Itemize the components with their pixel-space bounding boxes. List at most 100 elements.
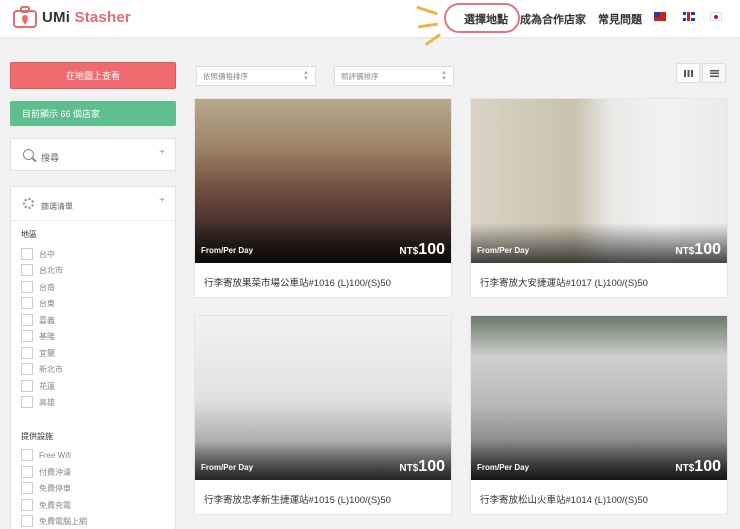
grid-view-button[interactable] (676, 63, 700, 83)
region-label: 宜蘭 (39, 348, 55, 358)
region-checkbox-row[interactable]: 台南 (21, 280, 55, 294)
logo-text-umi: UMi (42, 8, 71, 26)
facility-checkbox-row[interactable]: 免費電腦上網 (21, 514, 87, 528)
sort-by-rating-select[interactable]: 照評價排序 ▲ ▼ (334, 66, 454, 86)
callout-ray (417, 22, 439, 29)
region-checkbox-row[interactable]: 台東 (21, 296, 55, 310)
checkbox[interactable] (21, 466, 33, 478)
region-label: 花蓮 (39, 381, 55, 391)
facility-checkbox-row[interactable]: 付費沖澡 (21, 465, 71, 479)
region-checkbox-row[interactable]: 台北市 (21, 263, 63, 277)
listing-card[interactable]: From/Per Day NT$100 行李寄放松山火車站#1014 (L)10… (470, 315, 728, 515)
checkbox[interactable] (21, 449, 33, 461)
checkbox[interactable] (21, 330, 33, 342)
facility-checkbox-row[interactable]: Free Wifi (21, 448, 71, 462)
listing-card[interactable]: From/Per Day NT$100 行李寄放果菜市場公車站#1016 (L)… (194, 98, 452, 298)
callout-ray (416, 5, 438, 16)
checkbox[interactable] (21, 264, 33, 276)
region-label: 新北市 (39, 364, 63, 374)
checkbox[interactable] (21, 499, 33, 511)
region-checkbox-row[interactable]: 花蓮 (21, 379, 55, 393)
list-view-button[interactable] (702, 63, 726, 83)
region-checkbox-row[interactable]: 基隆 (21, 329, 55, 343)
nav-become-partner[interactable]: 成為合作店家 (520, 11, 586, 27)
list-icon (709, 69, 719, 77)
search-panel[interactable]: 搜尋 + (10, 138, 176, 171)
view-on-map-button[interactable]: 在地圖上查看 (10, 62, 176, 89)
grid-icon (683, 69, 693, 77)
filter-header[interactable]: 篩選清單 + (11, 187, 175, 221)
facility-checkbox-row[interactable]: 免費充電 (21, 498, 71, 512)
japan-flag-icon[interactable] (710, 12, 722, 21)
checkbox[interactable] (21, 380, 33, 392)
taiwan-flag-icon[interactable] (654, 12, 666, 21)
facility-label: 免費電腦上網 (39, 516, 87, 526)
facility-checkbox-row[interactable]: 免費停車 (21, 481, 71, 495)
checkbox[interactable] (21, 297, 33, 309)
listing-title[interactable]: 行李寄放忠孝新生捷運站#1015 (L)100/(S)50 (204, 492, 391, 506)
region-label: 嘉義 (39, 315, 55, 325)
checkbox[interactable] (21, 515, 33, 527)
price-currency: NT$ (675, 246, 695, 257)
region-checkbox-row[interactable]: 宜蘭 (21, 346, 55, 360)
sort-by-price-select[interactable]: 依照價格排序 ▲ ▼ (196, 66, 316, 86)
price-currency: NT$ (399, 246, 419, 257)
listing-title[interactable]: 行李寄放果菜市場公車站#1016 (L)100/(S)50 (204, 275, 391, 289)
expand-plus-icon[interactable]: + (159, 147, 165, 158)
price-currency: NT$ (675, 463, 695, 474)
price: NT$100 (399, 458, 445, 476)
price: NT$100 (675, 241, 721, 259)
price-amount: 100 (694, 241, 721, 258)
checkbox[interactable] (21, 281, 33, 293)
listing-photo[interactable]: From/Per Day NT$100 (471, 99, 727, 263)
region-checkbox-row[interactable]: 高雄 (21, 395, 55, 409)
facility-section-title: 提供設施 (21, 432, 53, 441)
select-arrows-icon: ▲ ▼ (303, 70, 309, 82)
checkbox[interactable] (21, 363, 33, 375)
region-label: 台北市 (39, 265, 63, 275)
checkbox[interactable] (21, 396, 33, 408)
region-checkbox-row[interactable]: 台中 (21, 247, 55, 261)
region-label: 台南 (39, 282, 55, 292)
listing-photo[interactable]: From/Per Day NT$100 (195, 99, 451, 263)
listing-title[interactable]: 行李寄放大安捷運站#1017 (L)100/(S)50 (480, 275, 648, 289)
checkbox[interactable] (21, 347, 33, 359)
sort-price-value: 依照價格排序 (203, 71, 248, 81)
sort-rating-value: 照評價排序 (341, 71, 379, 81)
expand-plus-icon[interactable]: + (159, 195, 165, 206)
logo[interactable]: UMi Stasher (12, 6, 131, 28)
price: NT$100 (675, 458, 721, 476)
nav-choose-location[interactable]: 選擇地點 (464, 11, 508, 27)
price-amount: 100 (418, 458, 445, 475)
region-checkbox-row[interactable]: 嘉義 (21, 313, 55, 327)
price-amount: 100 (694, 458, 721, 475)
listing-card[interactable]: From/Per Day NT$100 行李寄放忠孝新生捷運站#1015 (L)… (194, 315, 452, 515)
top-header: UMi Stasher 選擇地點 成為合作店家 常見問題 (0, 0, 740, 46)
search-icon (23, 149, 34, 160)
region-checkbox-row[interactable]: 新北市 (21, 362, 63, 376)
region-label: 高雄 (39, 397, 55, 407)
search-label: 搜尋 (41, 153, 60, 163)
filter-label: 篩選清單 (41, 202, 73, 211)
per-day-label: From/Per Day (477, 246, 530, 255)
per-day-label: From/Per Day (477, 463, 530, 472)
per-day-label: From/Per Day (201, 463, 254, 472)
listing-photo[interactable]: From/Per Day NT$100 (195, 316, 451, 480)
region-label: 台東 (39, 298, 55, 308)
listing-card[interactable]: From/Per Day NT$100 行李寄放大安捷運站#1017 (L)10… (470, 98, 728, 298)
facility-label: Free Wifi (39, 450, 71, 460)
listing-title[interactable]: 行李寄放松山火車站#1014 (L)100/(S)50 (480, 492, 648, 506)
select-arrows-icon: ▲ ▼ (441, 70, 447, 82)
checkbox[interactable] (21, 314, 33, 326)
region-label: 台中 (39, 249, 55, 259)
listing-photo[interactable]: From/Per Day NT$100 (471, 316, 727, 480)
checkbox[interactable] (21, 248, 33, 260)
region-label: 基隆 (39, 331, 55, 341)
uk-flag-icon[interactable] (683, 12, 695, 21)
callout-ray (424, 33, 442, 46)
per-day-label: From/Per Day (201, 246, 254, 255)
nav-faq[interactable]: 常見問題 (598, 11, 642, 27)
checkbox[interactable] (21, 482, 33, 494)
facility-label: 付費沖澡 (39, 467, 71, 477)
price: NT$100 (399, 241, 445, 259)
